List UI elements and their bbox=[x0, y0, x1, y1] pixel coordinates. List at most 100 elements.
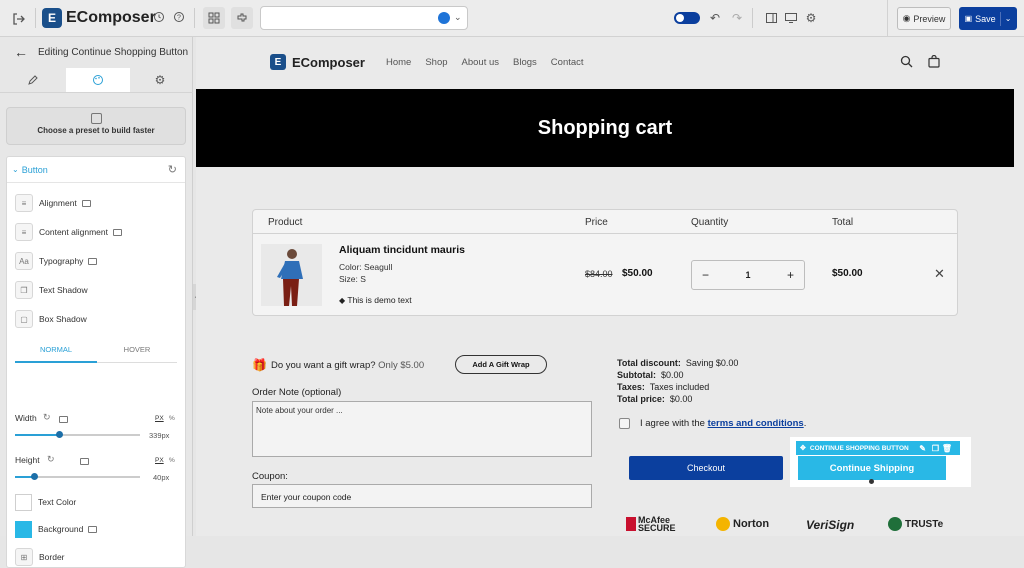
width-slider-thumb[interactable] bbox=[56, 431, 63, 438]
section-header[interactable]: ⌄ Button ↻ bbox=[7, 157, 185, 183]
unit-percent[interactable]: % bbox=[169, 457, 175, 464]
checkout-button[interactable]: Checkout bbox=[629, 456, 783, 480]
chevron-down-icon: ⌄ bbox=[1004, 14, 1012, 23]
product-name[interactable]: Aliquam tincidunt mauris bbox=[339, 244, 465, 256]
state-tab-hover[interactable]: HOVER bbox=[97, 345, 177, 363]
taxes-label: Taxes: bbox=[617, 382, 645, 392]
sidebar-toggle-icon[interactable] bbox=[764, 11, 778, 25]
delete-icon[interactable]: 🗑 bbox=[942, 444, 952, 453]
pencil-icon bbox=[27, 74, 38, 85]
resize-handle[interactable] bbox=[869, 479, 874, 484]
add-gift-wrap-button[interactable]: Add A Gift Wrap bbox=[455, 355, 547, 374]
taxes-row: Taxes: Taxes included bbox=[617, 381, 738, 393]
quantity-value[interactable]: 1 bbox=[745, 270, 750, 280]
hero-title: Shopping cart bbox=[537, 116, 673, 139]
totals-block: Total discount: Saving $0.00 Subtotal: $… bbox=[617, 357, 738, 405]
desktop-icon bbox=[79, 458, 89, 465]
increase-button[interactable]: + bbox=[787, 268, 794, 282]
store-nav: Home Shop About us Blogs Contact bbox=[386, 57, 598, 68]
height-slider[interactable] bbox=[15, 473, 140, 480]
terms-link[interactable]: terms and conditions bbox=[708, 418, 804, 429]
unit-px[interactable]: PX bbox=[155, 415, 164, 422]
nav-link-contact[interactable]: Contact bbox=[551, 57, 584, 68]
terms-checkbox[interactable] bbox=[619, 418, 630, 429]
nav-link-home[interactable]: Home bbox=[386, 57, 411, 68]
duplicate-icon[interactable]: ❐ bbox=[932, 444, 939, 453]
redo-icon[interactable]: ↷ bbox=[730, 11, 744, 25]
setting-alignment[interactable]: ≡ Alignment bbox=[15, 193, 91, 213]
nav-link-blogs[interactable]: Blogs bbox=[513, 57, 537, 68]
reset-icon[interactable]: ↻ bbox=[47, 454, 55, 465]
help-icon[interactable]: ? bbox=[172, 10, 186, 24]
tab-content[interactable] bbox=[0, 68, 64, 92]
mcafee-shield-icon bbox=[626, 517, 636, 531]
puzzle-icon[interactable] bbox=[231, 7, 253, 29]
desktop-icon[interactable] bbox=[784, 11, 798, 25]
tab-design[interactable] bbox=[66, 68, 130, 92]
terms-row: I agree with the terms and conditions. bbox=[640, 418, 806, 429]
preview-mode-toggle[interactable] bbox=[674, 12, 700, 24]
history-icon[interactable] bbox=[152, 10, 166, 24]
subtotal-value: $0.00 bbox=[661, 370, 684, 380]
section-title: Button bbox=[21, 164, 48, 175]
remove-item-icon[interactable]: ✕ bbox=[934, 266, 945, 282]
move-icon[interactable]: ✥ bbox=[800, 444, 806, 452]
total-discount-value: Saving $0.00 bbox=[685, 358, 739, 368]
save-label: Save bbox=[975, 13, 996, 24]
edit-icon[interactable]: ✎ bbox=[919, 444, 926, 453]
undo-icon[interactable]: ↶ bbox=[708, 11, 722, 25]
editor-canvas: E EComposer Home Shop About us Blogs Con… bbox=[196, 37, 1024, 536]
setting-text-color[interactable]: Text Color bbox=[15, 492, 76, 512]
setting-typography[interactable]: Aa Typography bbox=[15, 251, 98, 271]
panel-title: Editing Continue Shopping Button bbox=[38, 46, 189, 58]
align-left-icon: ≡ bbox=[15, 194, 33, 212]
toggle-knob bbox=[676, 14, 684, 22]
back-arrow-icon[interactable]: ← bbox=[14, 44, 28, 60]
setting-box-shadow[interactable]: ▢ Box Shadow bbox=[15, 309, 87, 329]
svg-text:?: ? bbox=[177, 15, 181, 22]
state-tab-normal[interactable]: NORMAL bbox=[15, 345, 97, 363]
page-select[interactable]: ⌄ bbox=[260, 6, 468, 30]
cart-table: Product Price Quantity Total Aliquam tin… bbox=[252, 209, 958, 316]
divider bbox=[887, 0, 888, 37]
mcafee-label: McAfee SECURE bbox=[638, 515, 676, 533]
reset-icon[interactable]: ↻ bbox=[43, 412, 51, 423]
coupon-placeholder: Enter your coupon code bbox=[261, 492, 352, 502]
product-size: Size: S bbox=[339, 274, 366, 284]
width-slider[interactable] bbox=[15, 431, 140, 438]
preview-button[interactable]: ◉ Preview bbox=[897, 7, 951, 30]
continue-shopping-button[interactable]: Continue Shipping bbox=[798, 456, 946, 480]
reset-icon[interactable]: ↻ bbox=[168, 163, 177, 176]
tab-advanced[interactable]: ⚙ bbox=[128, 68, 192, 92]
layout-grid-icon[interactable] bbox=[203, 7, 225, 29]
cart-icon[interactable] bbox=[928, 54, 940, 70]
order-note-label: Order Note (optional) bbox=[252, 387, 342, 398]
decrease-button[interactable]: − bbox=[702, 268, 709, 282]
unit-percent[interactable]: % bbox=[169, 415, 175, 422]
search-icon[interactable] bbox=[900, 55, 913, 70]
setting-background[interactable]: Background bbox=[15, 519, 98, 539]
product-image[interactable] bbox=[261, 244, 322, 306]
typography-icon: Aa bbox=[15, 252, 33, 270]
setting-border[interactable]: ⊞ Border bbox=[15, 547, 65, 567]
settings-icon[interactable]: ⚙ bbox=[804, 11, 818, 25]
col-quantity: Quantity bbox=[691, 216, 729, 228]
nav-link-about[interactable]: About us bbox=[462, 57, 500, 68]
height-slider-thumb[interactable] bbox=[31, 473, 38, 480]
unit-px[interactable]: PX bbox=[155, 457, 164, 464]
setting-content-alignment[interactable]: ≡ Content alignment bbox=[15, 222, 122, 242]
tag-icon: ◆ bbox=[339, 296, 346, 305]
preset-picker[interactable]: Choose a preset to build faster bbox=[6, 107, 186, 145]
panel-header: ← Editing Continue Shopping Button bbox=[0, 37, 193, 67]
save-button[interactable]: ▣ Save ⌄ bbox=[959, 7, 1017, 30]
demo-text: This is demo text bbox=[347, 295, 412, 305]
order-note-field[interactable]: Note about your order ... bbox=[252, 401, 592, 457]
exit-icon[interactable] bbox=[10, 10, 28, 28]
save-icon: ▣ bbox=[964, 14, 973, 23]
norton-check-icon bbox=[716, 517, 730, 531]
divider bbox=[752, 8, 753, 28]
nav-link-shop[interactable]: Shop bbox=[425, 57, 447, 68]
coupon-field[interactable]: Enter your coupon code bbox=[252, 484, 592, 508]
setting-text-shadow[interactable]: ❐ Text Shadow bbox=[15, 280, 88, 300]
width-value: 339px bbox=[149, 431, 170, 440]
